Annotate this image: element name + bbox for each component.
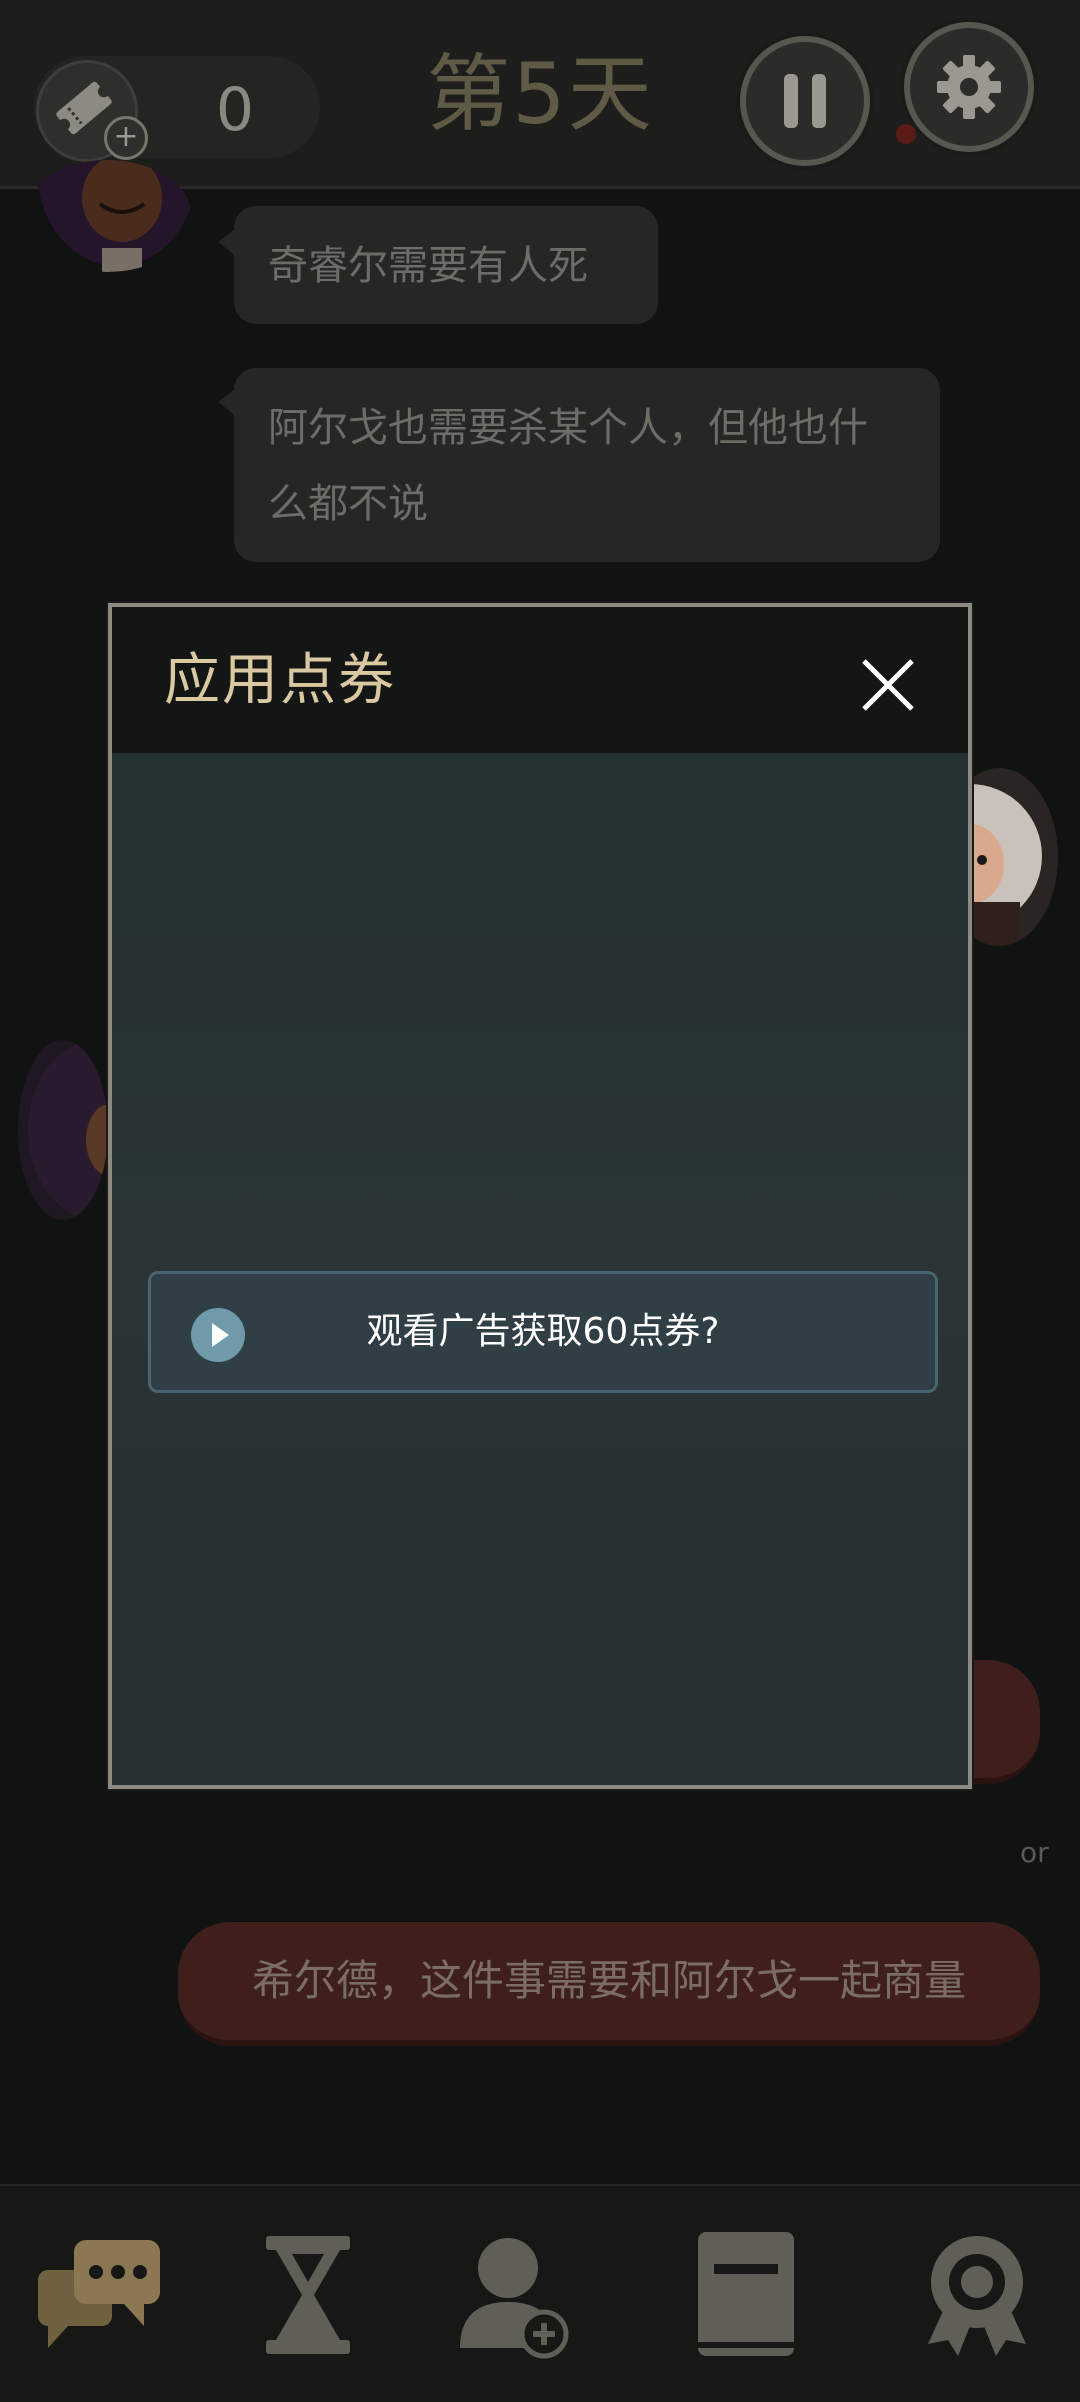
dialog-title: 应用点券 (164, 648, 396, 713)
close-icon (862, 659, 914, 711)
chat-message: 奇睿尔需要有人死 (234, 206, 658, 324)
watch-ad-label: 观看广告获取60点券? (366, 1311, 720, 1352)
chat-message-text: 阿尔戈也需要杀某个人，但他也什么都不说 (268, 405, 868, 527)
day-title: 第5天 (426, 45, 654, 143)
chat-message-text: 奇睿尔需要有人死 (268, 243, 588, 289)
nav-chat[interactable] (34, 2230, 164, 2360)
hourglass-icon (266, 2236, 350, 2354)
or-label: or (1020, 1836, 1049, 1869)
nav-add-contact[interactable] (448, 2230, 578, 2360)
gear-icon (937, 55, 1001, 119)
add-ticket-icon[interactable]: + (104, 116, 148, 160)
add-user-icon (460, 2238, 569, 2359)
award-icon (928, 2236, 1026, 2356)
apply-tickets-dialog: 应用点券 观看广告获取60点券? (108, 603, 972, 1789)
avatar (22, 160, 192, 272)
notification-dot (896, 124, 916, 144)
nav-achievements[interactable] (912, 2230, 1042, 2360)
dialog-body: 观看广告获取60点券? (112, 753, 968, 1785)
pause-button[interactable] (740, 36, 870, 166)
book-icon (698, 2232, 794, 2356)
ticket-count: 0 (215, 75, 255, 145)
watch-ad-button[interactable]: 观看广告获取60点券? (148, 1271, 938, 1393)
avatar (18, 1040, 108, 1220)
top-bar: + 0 第5天 (0, 0, 1080, 189)
nav-journal[interactable] (692, 2230, 822, 2360)
chat-icon (38, 2240, 160, 2348)
nav-timeline[interactable] (248, 2230, 378, 2360)
settings-button[interactable] (904, 22, 1034, 152)
chat-message: 阿尔戈也需要杀某个人，但他也什么都不说 (234, 368, 940, 562)
pause-icon (784, 74, 826, 128)
dialog-header: 应用点券 (112, 607, 968, 753)
close-button[interactable] (852, 649, 924, 721)
choice-option-button[interactable]: 希尔德，这件事需要和阿尔戈一起商量 (178, 1922, 1040, 2046)
choice-option-text: 希尔德，这件事需要和阿尔戈一起商量 (251, 1956, 966, 2005)
